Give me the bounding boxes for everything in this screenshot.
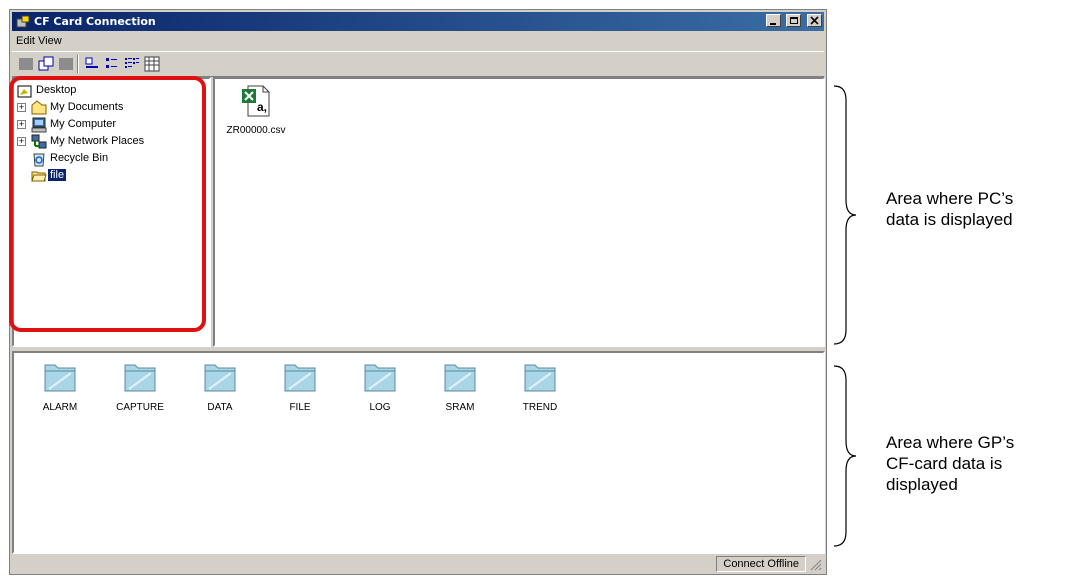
folder-icon bbox=[204, 364, 236, 392]
small-icons-button[interactable] bbox=[104, 56, 120, 72]
menu-view[interactable]: View bbox=[38, 35, 62, 47]
cf-folder-label: ALARM bbox=[42, 402, 78, 413]
close-icon bbox=[810, 16, 819, 25]
cf-folder-label: LOG bbox=[369, 402, 391, 413]
maximize-icon bbox=[790, 17, 799, 24]
paste-icon bbox=[59, 58, 73, 70]
list-button[interactable] bbox=[124, 56, 140, 72]
cf-folder-item[interactable]: TREND bbox=[500, 361, 580, 421]
minimize-icon bbox=[770, 23, 777, 25]
cf-folder-item[interactable]: LOG bbox=[340, 361, 420, 421]
cf-folder-item[interactable]: DATA bbox=[180, 361, 260, 421]
large-icons-icon bbox=[85, 57, 98, 68]
cf-folder-label: FILE bbox=[289, 402, 311, 413]
folder-icon bbox=[444, 364, 476, 392]
title-bar[interactable]: CF Card Connection bbox=[12, 12, 824, 31]
csv-file-icon: a, bbox=[242, 85, 270, 117]
large-icons-button[interactable] bbox=[84, 56, 100, 72]
pc-file-list-pane[interactable]: a, ZR00000.csv bbox=[213, 77, 825, 347]
svg-text:a,: a, bbox=[257, 100, 267, 114]
cf-folder-item[interactable]: CAPTURE bbox=[100, 361, 180, 421]
cf-folder-label: CAPTURE bbox=[116, 402, 164, 413]
file-item[interactable]: a, ZR00000.csv bbox=[221, 85, 291, 136]
file-name: ZR00000.csv bbox=[226, 125, 286, 136]
resize-grip-icon[interactable] bbox=[810, 559, 822, 571]
small-icons-icon bbox=[106, 58, 117, 68]
gp-area-line-2: CF-card data is bbox=[886, 454, 1003, 473]
paste-button[interactable] bbox=[58, 56, 74, 72]
pc-area-line-2: data is displayed bbox=[886, 210, 1013, 229]
status-bar: Connect Offline bbox=[12, 555, 824, 573]
gp-area-line-3: displayed bbox=[886, 475, 958, 494]
close-button[interactable] bbox=[807, 14, 822, 27]
folder-icon bbox=[284, 364, 316, 392]
pc-area-annotation: Area where PC’s data is displayed bbox=[886, 188, 1013, 230]
up-folder-button[interactable] bbox=[18, 56, 34, 72]
toolbar bbox=[12, 51, 824, 77]
minimize-button[interactable] bbox=[766, 14, 782, 27]
details-icon bbox=[144, 56, 160, 72]
cf-folder-label: DATA bbox=[207, 402, 233, 413]
toolbar-separator bbox=[77, 55, 79, 73]
cf-folder-item[interactable]: ALARM bbox=[20, 361, 100, 421]
cf-folder-label: TREND bbox=[522, 402, 558, 413]
pc-area-line-1: Area where PC’s bbox=[886, 189, 1014, 208]
pc-area-brace bbox=[833, 85, 857, 345]
folder-icon bbox=[524, 364, 556, 392]
details-button[interactable] bbox=[144, 56, 160, 72]
copy-icon bbox=[38, 56, 54, 71]
gp-area-line-1: Area where GP’s bbox=[886, 433, 1015, 452]
gp-area-annotation: Area where GP’s CF-card data is displaye… bbox=[886, 432, 1014, 495]
folder-icon bbox=[44, 364, 76, 392]
cf-card-folder-pane[interactable]: ALARM CAPTURE DATA FILE LOG SRAM TREND bbox=[12, 351, 825, 554]
connection-status: Connect Offline bbox=[716, 556, 806, 572]
gp-area-brace bbox=[833, 365, 857, 547]
folder-icon bbox=[124, 364, 156, 392]
cf-folder-item[interactable]: FILE bbox=[260, 361, 340, 421]
window-title: CF Card Connection bbox=[34, 15, 156, 28]
list-icon bbox=[125, 58, 139, 68]
up-folder-icon bbox=[19, 58, 33, 70]
cf-folder-label: SRAM bbox=[445, 402, 475, 413]
app-icon bbox=[16, 15, 30, 28]
copy-button[interactable] bbox=[38, 56, 54, 72]
menu-edit[interactable]: Edit bbox=[16, 35, 35, 47]
maximize-button[interactable] bbox=[786, 14, 802, 27]
folder-icon bbox=[364, 364, 396, 392]
cf-folder-item[interactable]: SRAM bbox=[420, 361, 500, 421]
tree-highlight-outline bbox=[9, 76, 206, 332]
